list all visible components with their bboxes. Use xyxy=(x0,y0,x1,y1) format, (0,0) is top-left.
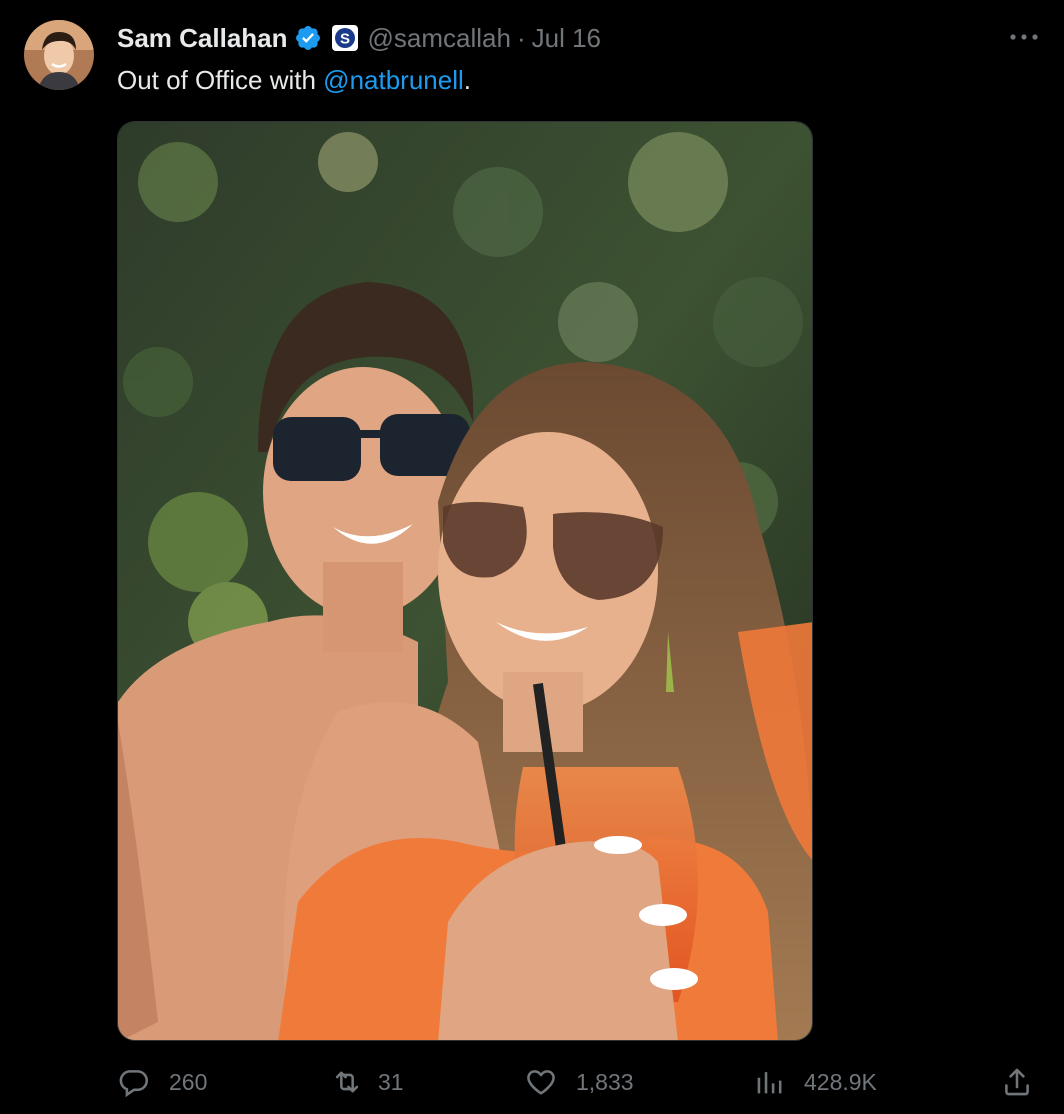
reply-icon xyxy=(119,1070,149,1098)
like-count: 1,833 xyxy=(576,1068,634,1095)
share-icon xyxy=(1005,1068,1029,1096)
author-avatar[interactable] xyxy=(24,20,94,90)
author-handle[interactable]: @samcallah xyxy=(368,23,511,54)
svg-text:S: S xyxy=(340,31,350,48)
tweet-mention-link[interactable]: @natbrunell xyxy=(323,65,464,95)
views-count: 428.9K xyxy=(804,1068,877,1095)
views-button[interactable]: 428.9K xyxy=(752,1060,877,1104)
more-dots-icon xyxy=(1010,34,1038,40)
author-display-name[interactable]: Sam Callahan xyxy=(117,23,288,54)
tweet-date[interactable]: Jul 16 xyxy=(532,23,601,54)
share-button[interactable] xyxy=(1000,1060,1034,1104)
reply-count: 260 xyxy=(169,1068,208,1095)
heart-icon xyxy=(527,1070,555,1095)
photo-illustration xyxy=(118,122,812,1040)
retweet-count: 31 xyxy=(378,1068,404,1095)
circle-s-icon[interactable]: S xyxy=(331,25,358,51)
more-options-button[interactable] xyxy=(1006,22,1042,52)
tweet-photo[interactable] xyxy=(117,121,813,1041)
retweet-button[interactable]: 31 xyxy=(330,1060,404,1104)
tweet-text: Out of Office with @natbrunell. xyxy=(117,63,471,97)
tweet-text-prefix: Out of Office with xyxy=(117,65,324,95)
retweet-icon xyxy=(335,1071,359,1093)
tweet-header: Sam Callahan S @samcallah · Jul 16 xyxy=(117,21,601,55)
verified-badge-icon[interactable] xyxy=(294,24,322,52)
tweet-text-suffix: . xyxy=(463,65,471,95)
avatar-image xyxy=(24,20,94,90)
analytics-icon xyxy=(757,1072,782,1094)
tweet-actions: 260 31 1,833 428.9K xyxy=(0,1060,1064,1104)
like-button[interactable]: 1,833 xyxy=(524,1060,634,1104)
header-separator: · xyxy=(516,22,526,53)
reply-button[interactable]: 260 xyxy=(117,1060,207,1104)
